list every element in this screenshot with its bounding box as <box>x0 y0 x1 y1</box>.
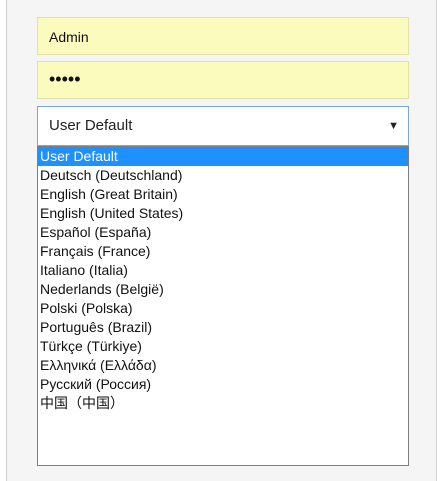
language-option-ru-ru[interactable]: Русский (Россия) <box>38 375 408 394</box>
password-input[interactable]: ••••• <box>37 61 409 99</box>
language-option-nl-be[interactable]: Nederlands (België) <box>38 280 408 299</box>
language-option-zh-cn[interactable]: 中国（中国） <box>38 394 408 413</box>
language-option-fr-fr[interactable]: Français (France) <box>38 242 408 261</box>
password-value: ••••• <box>49 69 81 89</box>
language-option-user-default[interactable]: User Default <box>38 147 408 166</box>
language-option-en-gb[interactable]: English (Great Britain) <box>38 185 408 204</box>
language-option-es-es[interactable]: Español (España) <box>38 223 408 242</box>
language-option-pl-pl[interactable]: Polski (Polska) <box>38 299 408 318</box>
language-dropdown-list[interactable]: User Default Deutsch (Deutschland) Engli… <box>37 146 409 466</box>
language-option-pt-br[interactable]: Português (Brazil) <box>38 318 408 337</box>
language-option-it-it[interactable]: Italiano (Italia) <box>38 261 408 280</box>
language-option-tr-tr[interactable]: Türkçe (Türkiye) <box>38 337 408 356</box>
username-value: Admin <box>49 29 89 45</box>
language-select-value: User Default <box>49 117 133 134</box>
username-input[interactable]: Admin <box>37 17 409 55</box>
language-select[interactable]: User Default ▼ <box>37 106 409 146</box>
language-option-de-de[interactable]: Deutsch (Deutschland) <box>38 166 408 185</box>
dropdown-arrow-icon[interactable]: ▼ <box>388 107 399 145</box>
language-option-el-gr[interactable]: Ελληνικά (Ελλάδα) <box>38 356 408 375</box>
language-option-en-us[interactable]: English (United States) <box>38 204 408 223</box>
